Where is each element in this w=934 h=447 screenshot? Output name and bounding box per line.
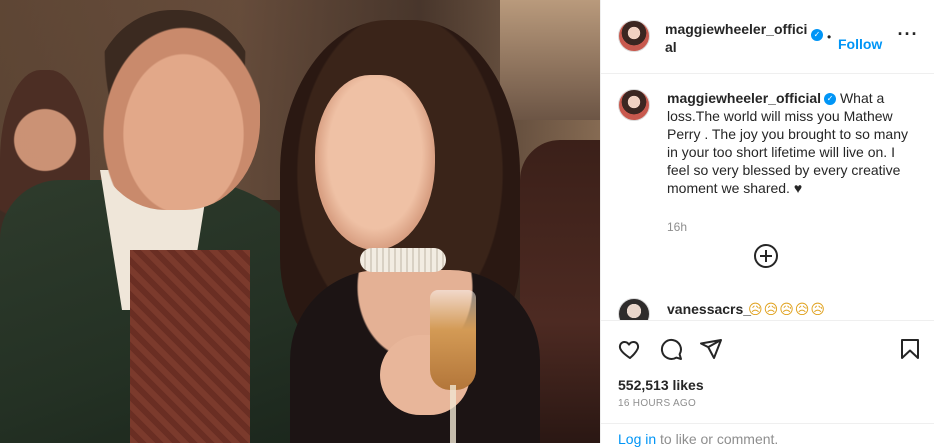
more-options-icon[interactable]: ··· <box>896 24 920 48</box>
heart-icon[interactable] <box>618 337 642 361</box>
photo-choker-necklace <box>360 248 446 272</box>
post-actions: 552,513 likes 16 HOURS AGO Log in to lik… <box>601 320 934 447</box>
likes-count[interactable]: 552,513 likes <box>618 377 704 393</box>
caption-text: maggiewheeler_official ✓ What a loss.The … <box>667 89 919 197</box>
post-side-panel: maggiewheeler_official ✓ • Follow ··· ma… <box>600 0 934 447</box>
comment-text: 😥😥😥😥😥 <box>748 301 826 317</box>
avatar[interactable] <box>618 20 650 52</box>
post-timestamp[interactable]: 16 HOURS AGO <box>618 398 696 409</box>
photo-man-vest <box>130 250 250 443</box>
login-link[interactable]: Log in <box>618 431 656 447</box>
instagram-post: maggiewheeler_official ✓ • Follow ··· ma… <box>0 0 934 447</box>
photo-champagne-glass <box>430 290 476 390</box>
post-header: maggiewheeler_official ✓ • Follow ··· <box>601 0 934 74</box>
add-circle-icon[interactable] <box>754 244 778 268</box>
photo-background-window <box>500 0 600 120</box>
login-prompt: Log in to like or comment. <box>601 423 934 447</box>
share-icon[interactable] <box>699 337 723 361</box>
comment-username[interactable]: vanessacrs_ <box>667 301 751 317</box>
header-username[interactable]: maggiewheeler_official <box>665 20 813 56</box>
verified-badge-icon: ✓ <box>824 93 837 106</box>
login-prompt-text: to like or comment. <box>656 431 779 447</box>
photo-woman-face <box>315 75 435 250</box>
avatar[interactable] <box>618 298 650 320</box>
photo-man-head <box>90 10 260 210</box>
caption-username[interactable]: maggiewheeler_official <box>667 90 821 106</box>
comment-icon[interactable] <box>659 337 683 361</box>
avatar[interactable] <box>618 89 650 121</box>
comments-section: maggiewheeler_official ✓ What a loss.The … <box>601 74 934 320</box>
caption-timestamp[interactable]: 16h <box>667 220 687 234</box>
bookmark-icon[interactable] <box>898 337 922 361</box>
post-photo[interactable] <box>0 0 600 443</box>
photo-glass-stem <box>450 385 456 443</box>
follow-button[interactable]: Follow <box>838 36 882 52</box>
separator-dot: • <box>827 30 832 44</box>
verified-badge-icon: ✓ <box>811 29 823 41</box>
